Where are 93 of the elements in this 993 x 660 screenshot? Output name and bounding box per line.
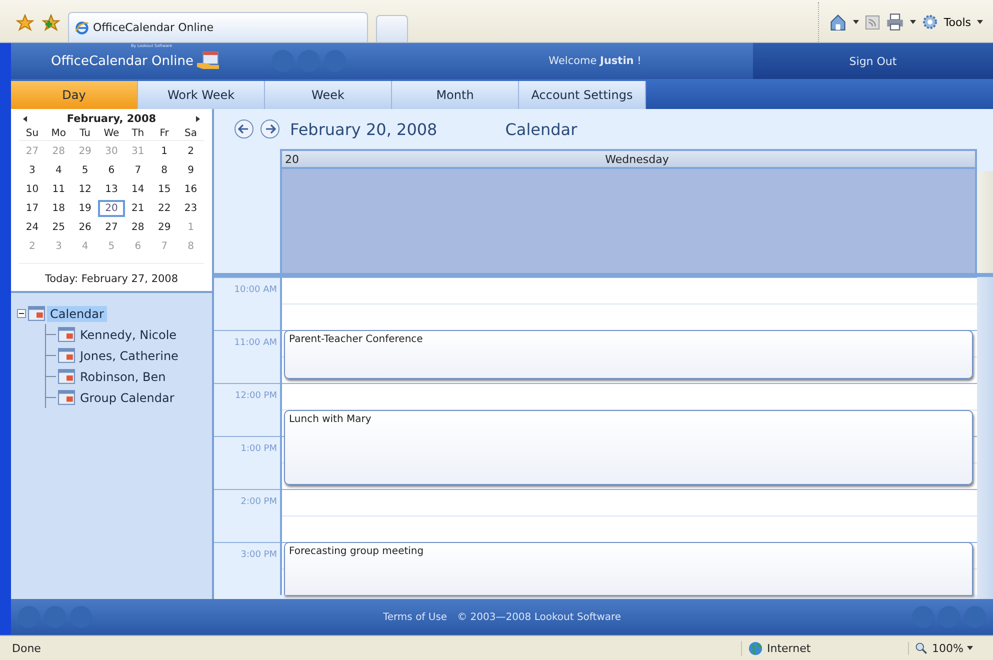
time-label: 1:00 PM — [240, 444, 277, 454]
day-number: 20 — [285, 152, 299, 166]
calendar-day[interactable]: 18 — [45, 200, 72, 217]
event-card[interactable]: Forecasting group meeting — [284, 542, 973, 595]
calendar-day[interactable]: 5 — [72, 162, 98, 179]
date-title: February 20, 2008 — [290, 120, 438, 138]
tree-item[interactable]: Jones, Catherine — [77, 348, 182, 364]
calendar-icon — [28, 306, 45, 321]
weekday-label: Th — [124, 128, 152, 141]
calendar-icon — [58, 348, 75, 363]
calendar-day[interactable]: 22 — [151, 200, 178, 217]
collapse-icon[interactable] — [17, 309, 26, 318]
zoom-level[interactable]: 100% — [932, 642, 964, 654]
favorites-star-icon[interactable] — [16, 14, 34, 32]
calendar-day[interactable]: 4 — [45, 162, 72, 179]
weekday-label: Tu — [72, 128, 98, 141]
calendar-day[interactable]: 16 — [178, 181, 204, 198]
print-icon[interactable] — [886, 13, 904, 31]
caret-icon[interactable] — [852, 20, 859, 24]
calendar-day[interactable]: 29 — [151, 219, 178, 236]
copyright-text: © 2003—2008 Lookout Software — [457, 612, 622, 622]
view-title: Calendar — [505, 120, 578, 138]
month-title: February, 2008 — [66, 113, 156, 125]
time-label: 2:00 PM — [240, 497, 277, 507]
calendar-day[interactable]: 12 — [72, 181, 98, 198]
event-card[interactable]: Parent-Teacher Conference — [284, 330, 973, 379]
time-label: 11:00 AM — [234, 338, 277, 348]
scrollbar[interactable] — [977, 277, 993, 599]
calendar-day[interactable]: 20 — [98, 200, 125, 217]
calendar-day[interactable]: 19 — [72, 200, 98, 217]
next-month-icon[interactable] — [196, 116, 200, 122]
calendar-day[interactable]: 13 — [98, 181, 125, 198]
caret-icon[interactable] — [910, 20, 916, 24]
weekday-label: Sa — [178, 128, 204, 141]
sign-out-button[interactable]: Sign Out — [753, 43, 993, 79]
calendar-day[interactable]: 28 — [124, 219, 152, 236]
calendar-day[interactable]: 3 — [19, 162, 46, 179]
tree-item[interactable]: Kennedy, Nicole — [77, 326, 180, 342]
tools-menu-button[interactable]: Tools — [944, 16, 971, 28]
calendar-day[interactable]: 27 — [98, 219, 125, 236]
previous-month-icon[interactable] — [23, 116, 27, 122]
today-link[interactable]: Today: February 27, 2008 — [19, 263, 204, 285]
event-card[interactable]: Lunch with Mary — [284, 410, 973, 485]
weekday-label: Mo — [45, 128, 72, 141]
calendar-icon — [58, 390, 75, 405]
calendar-icon — [58, 369, 75, 384]
browser-logo-icon — [75, 20, 89, 34]
weekday-name: Wednesday — [604, 152, 670, 166]
terms-of-use-link[interactable]: Terms of Use — [382, 612, 448, 622]
calendar-day[interactable]: 8 — [151, 162, 178, 179]
tree-item[interactable]: Group Calendar — [77, 390, 178, 406]
calendar-day[interactable]: 2 — [178, 143, 204, 160]
calendar-day[interactable]: 14 — [124, 181, 152, 198]
scrollbar[interactable] — [977, 171, 993, 273]
calendar-icon — [58, 327, 75, 342]
calendar-day[interactable]: 7 — [124, 162, 152, 179]
tree-item[interactable]: Calendar — [47, 306, 107, 322]
weekday-label: We — [98, 128, 125, 141]
caret-icon[interactable] — [967, 646, 974, 650]
weekday-label: Fr — [151, 128, 178, 141]
calendar-day[interactable]: 25 — [45, 219, 72, 236]
zoom-icon[interactable] — [915, 642, 928, 654]
calendar-day[interactable]: 17 — [19, 200, 46, 217]
add-favorite-star-icon[interactable] — [42, 14, 60, 32]
view-tab[interactable]: Account Settings — [519, 81, 646, 109]
calendar-day[interactable]: 10 — [19, 181, 46, 198]
view-tab[interactable]: Month — [392, 81, 519, 109]
calendar-day[interactable]: 24 — [19, 219, 46, 236]
calendar-day[interactable]: 23 — [178, 200, 204, 217]
calendar-day[interactable]: 21 — [124, 200, 152, 217]
caret-icon[interactable] — [977, 20, 983, 24]
logo-text: OfficeCalendar Online — [51, 54, 194, 68]
view-tab[interactable]: Work Week — [138, 81, 265, 109]
view-tab[interactable]: Day — [11, 81, 138, 109]
browser-tab[interactable]: OfficeCalendar Online — [68, 12, 368, 42]
calendar-day[interactable]: 9 — [178, 162, 204, 179]
tree-item[interactable]: Robinson, Ben — [77, 368, 169, 384]
weekday-label: Su — [19, 128, 46, 141]
time-label: 10:00 AM — [234, 285, 277, 295]
welcome-text: Welcome Justin ! — [548, 55, 642, 67]
home-icon[interactable] — [828, 13, 847, 31]
globe-icon — [748, 640, 763, 656]
view-tab[interactable]: Week — [265, 81, 392, 109]
status-text: Done — [12, 642, 41, 654]
gear-icon[interactable] — [922, 14, 938, 30]
calendar-day[interactable]: 11 — [45, 181, 72, 198]
calendar-day[interactable]: 26 — [72, 219, 98, 236]
time-label: 12:00 PM — [235, 391, 277, 401]
calendar-day[interactable]: 6 — [98, 162, 125, 179]
time-label: 3:00 PM — [240, 550, 277, 560]
calendar-day[interactable]: 1 — [151, 143, 178, 160]
security-zone-text: Internet — [767, 642, 811, 654]
calendar-day[interactable]: 15 — [151, 181, 178, 198]
